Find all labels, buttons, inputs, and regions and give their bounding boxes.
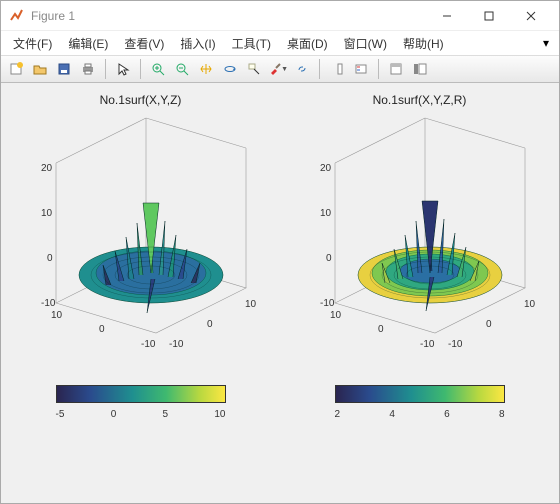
toolbar-separator xyxy=(105,59,106,79)
svg-text:0: 0 xyxy=(47,253,53,264)
surface-right: -10 0 10 20 10 0 -10 -10 0 10 xyxy=(290,103,550,363)
menu-insert[interactable]: 插入(I) xyxy=(174,33,221,54)
hide-plot-tools-button[interactable] xyxy=(385,58,407,80)
z-ticks: -10 0 10 20 xyxy=(41,163,56,309)
maximize-button[interactable] xyxy=(469,2,509,30)
figure-window: Figure 1 文件(F) 编辑(E) 查看(V) 插入(I) 工具(T) 桌… xyxy=(0,0,560,504)
open-button[interactable] xyxy=(29,58,51,80)
svg-text:0: 0 xyxy=(378,324,384,335)
toolbar-separator xyxy=(140,59,141,79)
window-controls xyxy=(427,2,551,30)
colorbar-right[interactable]: 2 4 6 8 xyxy=(280,385,559,483)
toolbar: ▼ xyxy=(1,55,559,83)
colorbar-ticks-right: 2 4 6 8 xyxy=(335,409,505,420)
zoom-in-button[interactable] xyxy=(147,58,169,80)
axes-left[interactable]: No.1surf(X,Y,Z) -1001020 100-10 -10010 xyxy=(1,83,280,383)
window-title: Figure 1 xyxy=(31,9,427,23)
pointer-button[interactable] xyxy=(112,58,134,80)
menu-help[interactable]: 帮助(H) xyxy=(397,33,450,54)
insert-colorbar-button[interactable] xyxy=(326,58,348,80)
colorbar-gradient xyxy=(335,385,505,403)
svg-text:0: 0 xyxy=(99,324,105,335)
rotate3d-button[interactable] xyxy=(219,58,241,80)
svg-text:10: 10 xyxy=(51,310,63,321)
svg-text:-10: -10 xyxy=(320,298,335,309)
svg-text:0: 0 xyxy=(326,253,332,264)
menubar: 文件(F) 编辑(E) 查看(V) 插入(I) 工具(T) 桌面(D) 窗口(W… xyxy=(1,31,559,55)
svg-text:0: 0 xyxy=(486,319,492,330)
menu-window[interactable]: 窗口(W) xyxy=(338,33,393,54)
brush-button[interactable]: ▼ xyxy=(267,58,289,80)
svg-text:0: 0 xyxy=(207,319,213,330)
svg-text:10: 10 xyxy=(41,208,53,219)
y-ticks: 10 0 -10 xyxy=(51,310,156,350)
pan-button[interactable] xyxy=(195,58,217,80)
colorbar-gradient xyxy=(56,385,226,403)
axes-right[interactable]: No.1surf(X,Y,Z,R) -1001020 100-10 -10010 xyxy=(280,83,559,383)
close-button[interactable] xyxy=(511,2,551,30)
matlab-logo-icon xyxy=(9,8,25,24)
menu-edit[interactable]: 编辑(E) xyxy=(62,33,114,54)
surface-mesh xyxy=(79,203,223,313)
svg-text:20: 20 xyxy=(320,163,332,174)
surface-mesh xyxy=(358,201,502,311)
svg-text:-10: -10 xyxy=(420,339,435,350)
colorbar-left[interactable]: -5 0 5 10 xyxy=(1,385,280,483)
titlebar[interactable]: Figure 1 xyxy=(1,1,559,31)
toolbar-separator xyxy=(378,59,379,79)
svg-text:10: 10 xyxy=(524,299,536,310)
menu-overflow-icon[interactable]: ▾ xyxy=(539,36,553,50)
link-button[interactable] xyxy=(291,58,313,80)
zoom-out-button[interactable] xyxy=(171,58,193,80)
svg-text:20: 20 xyxy=(41,163,53,174)
toolbar-separator xyxy=(319,59,320,79)
insert-legend-button[interactable] xyxy=(350,58,372,80)
svg-text:-10: -10 xyxy=(448,339,463,350)
menu-file[interactable]: 文件(F) xyxy=(7,33,58,54)
menu-view[interactable]: 查看(V) xyxy=(118,33,170,54)
data-cursor-button[interactable] xyxy=(243,58,265,80)
minimize-button[interactable] xyxy=(427,2,467,30)
menu-tools[interactable]: 工具(T) xyxy=(226,33,277,54)
svg-text:10: 10 xyxy=(245,299,257,310)
svg-text:10: 10 xyxy=(330,310,342,321)
svg-text:-10: -10 xyxy=(41,298,56,309)
colorbar-ticks-left: -5 0 5 10 xyxy=(56,409,226,420)
svg-text:10: 10 xyxy=(320,208,332,219)
menu-desktop[interactable]: 桌面(D) xyxy=(281,33,334,54)
new-figure-button[interactable] xyxy=(5,58,27,80)
show-plot-tools-button[interactable] xyxy=(409,58,431,80)
svg-text:-10: -10 xyxy=(169,339,184,350)
print-button[interactable] xyxy=(77,58,99,80)
surface-left: -10 0 10 20 10 0 -10 -10 0 10 xyxy=(11,103,271,363)
save-button[interactable] xyxy=(53,58,75,80)
svg-text:-10: -10 xyxy=(141,339,156,350)
figure-canvas[interactable]: No.1surf(X,Y,Z) -1001020 100-10 -10010 xyxy=(1,83,559,503)
x-ticks: -10 0 10 xyxy=(169,299,257,350)
